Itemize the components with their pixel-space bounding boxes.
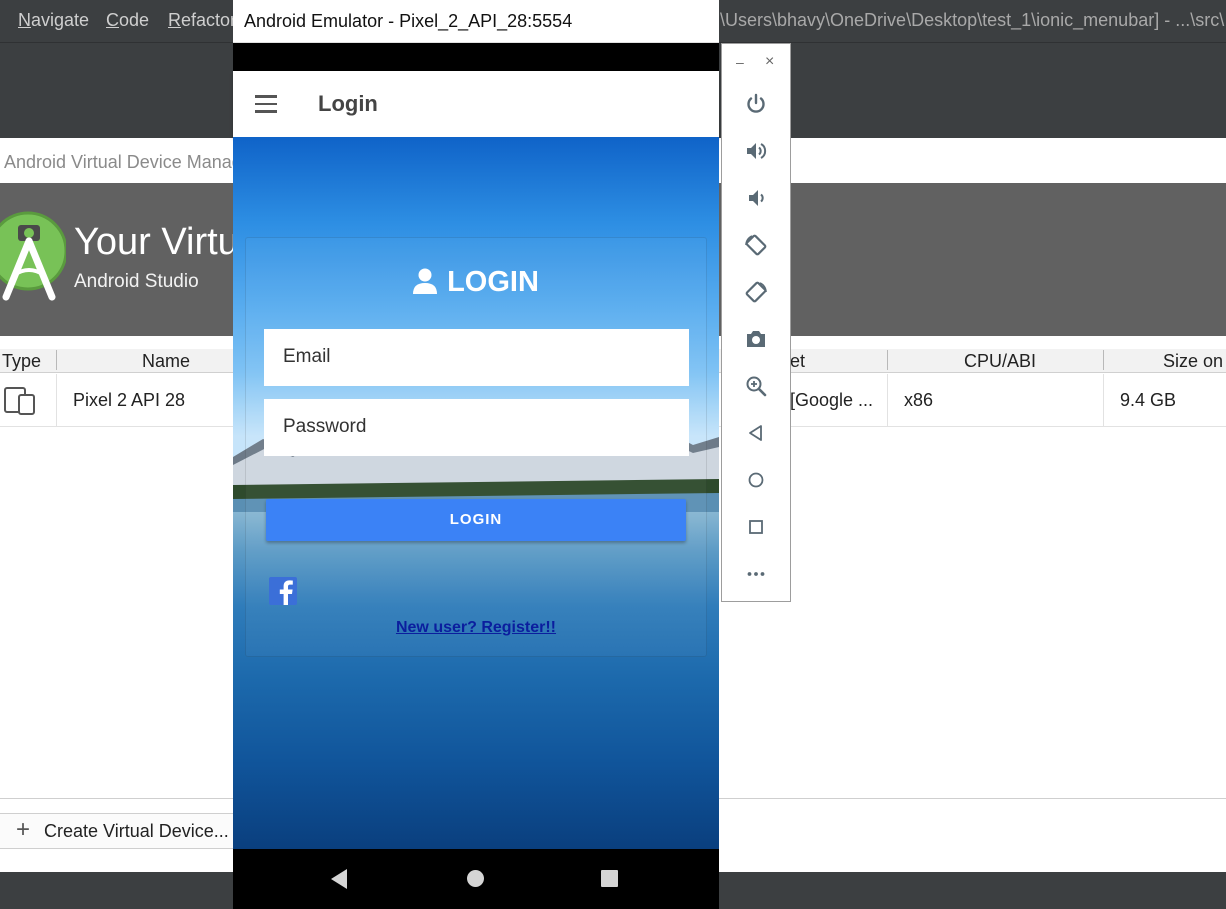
column-name[interactable]: Name	[142, 351, 190, 372]
login-page: LOGIN LOGIN New user? Register!!	[233, 137, 719, 849]
emulator-titlebar[interactable]: Android Emulator - Pixel_2_API_28:5554	[233, 0, 719, 43]
camera-icon[interactable]	[744, 327, 768, 351]
column-separator[interactable]	[56, 350, 57, 370]
back-icon[interactable]	[744, 421, 768, 445]
more-icon[interactable]	[744, 562, 768, 586]
facebook-icon[interactable]	[269, 577, 297, 605]
device-type-icon	[4, 387, 35, 415]
column-cpu-abi[interactable]: CPU/ABI	[964, 351, 1036, 372]
column-separator[interactable]	[887, 350, 888, 370]
email-input[interactable]	[283, 346, 663, 368]
home-icon[interactable]	[744, 468, 768, 492]
plus-icon: +	[16, 816, 31, 843]
column-type[interactable]: Type	[2, 351, 41, 372]
column-separator[interactable]	[1103, 350, 1104, 370]
nav-home-icon[interactable]	[467, 870, 484, 887]
emulator-controls-panel: – ×	[721, 43, 791, 602]
close-icon[interactable]: ×	[765, 53, 774, 71]
device-cpu-abi: x86	[904, 390, 934, 410]
email-field[interactable]	[264, 329, 689, 386]
volume-down-icon[interactable]	[744, 186, 768, 210]
android-nav-bar	[233, 849, 719, 909]
create-virtual-device-button[interactable]: + Create Virtual Device...	[0, 813, 234, 849]
login-card: LOGIN LOGIN New user? Register!!	[245, 237, 707, 657]
avd-heading: Your Virtu	[74, 221, 239, 263]
login-heading: LOGIN	[246, 266, 706, 299]
password-field[interactable]	[264, 399, 689, 456]
create-virtual-device-label: Create Virtual Device...	[44, 821, 229, 841]
volume-up-icon[interactable]	[744, 139, 768, 163]
nav-recents-icon[interactable]	[601, 870, 618, 887]
password-input[interactable]	[283, 416, 663, 438]
menu-navigate[interactable]: Navigate	[18, 10, 89, 31]
avd-subheading: Android Studio	[74, 271, 199, 292]
android-studio-logo-icon	[0, 211, 66, 301]
power-icon[interactable]	[744, 92, 768, 116]
overview-icon[interactable]	[744, 515, 768, 539]
rotate-left-icon[interactable]	[744, 233, 768, 257]
ide-project-path: \Users\bhavy\OneDrive\Desktop\test_1\ion…	[720, 10, 1225, 30]
column-target[interactable]: et	[790, 351, 805, 372]
login-heading-text: LOGIN	[447, 266, 539, 298]
device-size: 9.4 GB	[1120, 390, 1177, 410]
menu-code[interactable]: Code	[106, 10, 149, 31]
device-name: Pixel 2 API 28	[73, 390, 186, 410]
column-size[interactable]: Size on	[1163, 351, 1223, 372]
device-target: [Google ...	[790, 390, 874, 410]
login-button[interactable]: LOGIN	[266, 499, 686, 541]
register-link[interactable]: New user? Register!!	[246, 619, 706, 637]
person-icon	[413, 268, 438, 294]
phone-status-bar	[233, 43, 719, 71]
rotate-right-icon[interactable]	[744, 280, 768, 304]
menu-refactor[interactable]: Refactor	[168, 10, 236, 31]
app-toolbar: Login	[233, 71, 719, 137]
avd-window-title: Android Virtual Device Manag	[4, 152, 242, 172]
minimize-icon[interactable]: –	[736, 54, 744, 70]
zoom-icon[interactable]	[744, 374, 768, 398]
hamburger-menu-icon[interactable]	[255, 95, 277, 113]
emulator-window-title: Android Emulator - Pixel_2_API_28:5554	[244, 11, 573, 31]
nav-back-icon[interactable]	[329, 868, 349, 890]
app-toolbar-title: Login	[318, 91, 378, 116]
